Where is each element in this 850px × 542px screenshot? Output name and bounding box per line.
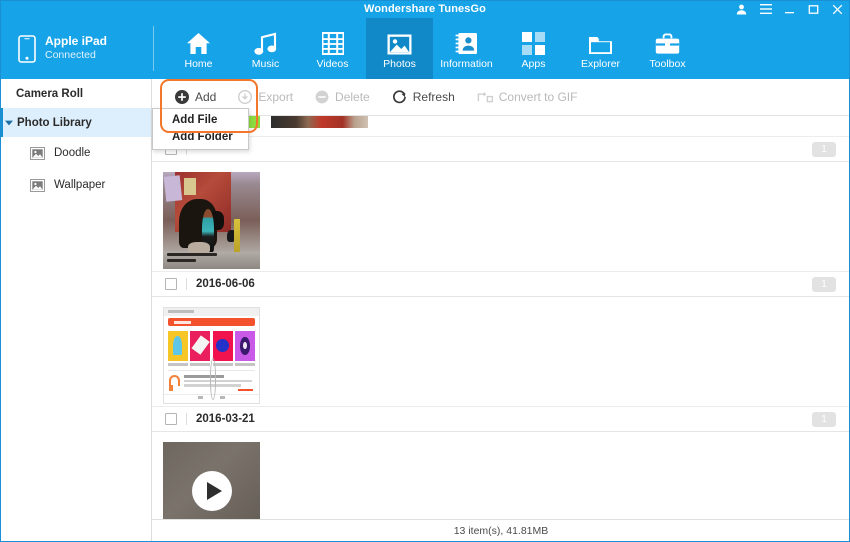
group-header: 1 xyxy=(152,136,850,162)
group-count-badge: 1 xyxy=(812,412,836,427)
photo-grid-row xyxy=(152,297,850,406)
convert-to-gif-button: Convert to GIF xyxy=(466,84,589,110)
film-strip-icon xyxy=(322,28,344,55)
export-button: Export xyxy=(227,84,304,110)
home-icon xyxy=(186,28,211,55)
group-checkbox[interactable] xyxy=(165,278,177,290)
minimize-button[interactable] xyxy=(783,3,796,16)
contact-card-icon xyxy=(455,28,478,55)
grid-squares-icon xyxy=(522,28,545,55)
status-text: 13 item(s), 41.81MB xyxy=(454,525,549,537)
menu-item-label: Add File xyxy=(172,114,217,126)
nav-item-music[interactable]: Music xyxy=(232,18,299,79)
export-button-label: Export xyxy=(258,90,293,104)
group-divider xyxy=(186,278,187,290)
group-date: 2016-06-06 xyxy=(196,278,255,290)
sidebar-item-wallpaper[interactable]: Wallpaper xyxy=(0,169,151,201)
convert-to-gif-label: Convert to GIF xyxy=(499,90,578,104)
album-thumb-icon xyxy=(30,147,45,160)
convert-gif-icon xyxy=(477,90,493,104)
tablet-icon xyxy=(18,35,36,63)
toolbar: Add Add File Add Folder Export Delet xyxy=(152,79,850,116)
sidebar-item-label: Photo Library xyxy=(17,117,92,129)
nav-label: Videos xyxy=(317,58,349,70)
nav-item-photos[interactable]: Photos xyxy=(366,18,433,79)
window-controls xyxy=(735,0,844,18)
delete-button-label: Delete xyxy=(335,90,370,104)
nav-label: Photos xyxy=(383,58,416,70)
menu-item-add-file[interactable]: Add File xyxy=(153,112,248,128)
nav-label: Home xyxy=(184,58,212,70)
sidebar-item-label: Doodle xyxy=(54,147,90,159)
delete-button: Delete xyxy=(304,84,381,110)
device-name: Apple iPad xyxy=(45,34,107,49)
menu-item-add-folder[interactable]: Add Folder xyxy=(153,129,248,145)
refresh-button[interactable]: Refresh xyxy=(381,84,466,110)
photo-content-area: 1 2016-06-06 1 xyxy=(152,116,850,519)
nav-item-toolbox[interactable]: Toolbox xyxy=(634,18,701,79)
nav-item-apps[interactable]: Apps xyxy=(500,18,567,79)
nav-item-explorer[interactable]: Explorer xyxy=(567,18,634,79)
app-header: Apple iPad Connected Home Music xyxy=(0,18,850,79)
music-note-icon xyxy=(254,28,277,55)
plus-circle-icon xyxy=(175,90,189,104)
sidebar: Camera Roll Photo Library Doodle xyxy=(0,79,152,542)
photo-thumbnail[interactable] xyxy=(163,307,260,404)
sidebar-item-label: Camera Roll xyxy=(16,88,83,100)
sidebar-item-camera-roll[interactable]: Camera Roll xyxy=(0,79,151,108)
sidebar-item-doodle[interactable]: Doodle xyxy=(0,137,151,169)
nav-label: Explorer xyxy=(581,58,620,70)
export-circle-icon xyxy=(238,90,252,104)
group-header: 2016-06-06 1 xyxy=(152,271,850,297)
photo-grid-row xyxy=(152,116,850,130)
device-status: Connected xyxy=(45,49,107,62)
account-icon[interactable] xyxy=(735,3,748,16)
group-checkbox[interactable] xyxy=(165,413,177,425)
photo-icon xyxy=(387,28,412,55)
sidebar-item-label: Wallpaper xyxy=(54,179,105,191)
add-button-label: Add xyxy=(195,90,216,104)
nav-item-home[interactable]: Home xyxy=(165,18,232,79)
window-title: Wondershare TunesGo xyxy=(0,3,850,15)
briefcase-icon xyxy=(655,28,680,55)
photo-thumbnail[interactable] xyxy=(271,116,368,128)
caret-down-icon xyxy=(5,120,15,126)
status-bar: 13 item(s), 41.81MB xyxy=(152,519,850,542)
nav-label: Information xyxy=(440,58,493,70)
menu-icon[interactable] xyxy=(759,3,772,16)
add-button[interactable]: Add xyxy=(164,84,227,110)
add-button-wrapper: Add Add File Add Folder xyxy=(164,84,227,110)
folder-icon xyxy=(588,28,613,55)
close-button[interactable] xyxy=(831,3,844,16)
add-dropdown-menu: Add File Add Folder xyxy=(152,108,249,150)
sidebar-item-photo-library[interactable]: Photo Library xyxy=(0,108,151,137)
play-icon[interactable] xyxy=(192,471,232,511)
minus-circle-icon xyxy=(315,90,329,104)
device-panel[interactable]: Apple iPad Connected xyxy=(0,18,153,79)
nav-item-videos[interactable]: Videos xyxy=(299,18,366,79)
photo-grid-row xyxy=(152,432,850,519)
nav-item-information[interactable]: Information xyxy=(433,18,500,79)
title-bar: Wondershare TunesGo xyxy=(0,0,850,18)
header-divider xyxy=(153,26,154,71)
nav-label: Apps xyxy=(522,58,546,70)
group-count-badge: 1 xyxy=(812,142,836,157)
maximize-button[interactable] xyxy=(807,3,820,16)
video-thumbnail[interactable] xyxy=(163,442,260,519)
refresh-icon xyxy=(392,90,407,105)
group-date: 2016-03-21 xyxy=(196,413,255,425)
album-thumb-icon xyxy=(30,179,45,192)
main-navigation: Home Music xyxy=(165,18,701,79)
application-window: Wondershare TunesGo xyxy=(0,0,850,542)
group-count-badge: 1 xyxy=(812,277,836,292)
menu-item-label: Add Folder xyxy=(172,131,233,143)
photo-thumbnail[interactable] xyxy=(163,172,260,269)
nav-label: Toolbox xyxy=(649,58,685,70)
photo-grid-row xyxy=(152,162,850,271)
group-divider xyxy=(186,413,187,425)
group-header: 2016-03-21 1 xyxy=(152,406,850,432)
refresh-button-label: Refresh xyxy=(413,90,455,104)
nav-label: Music xyxy=(252,58,279,70)
